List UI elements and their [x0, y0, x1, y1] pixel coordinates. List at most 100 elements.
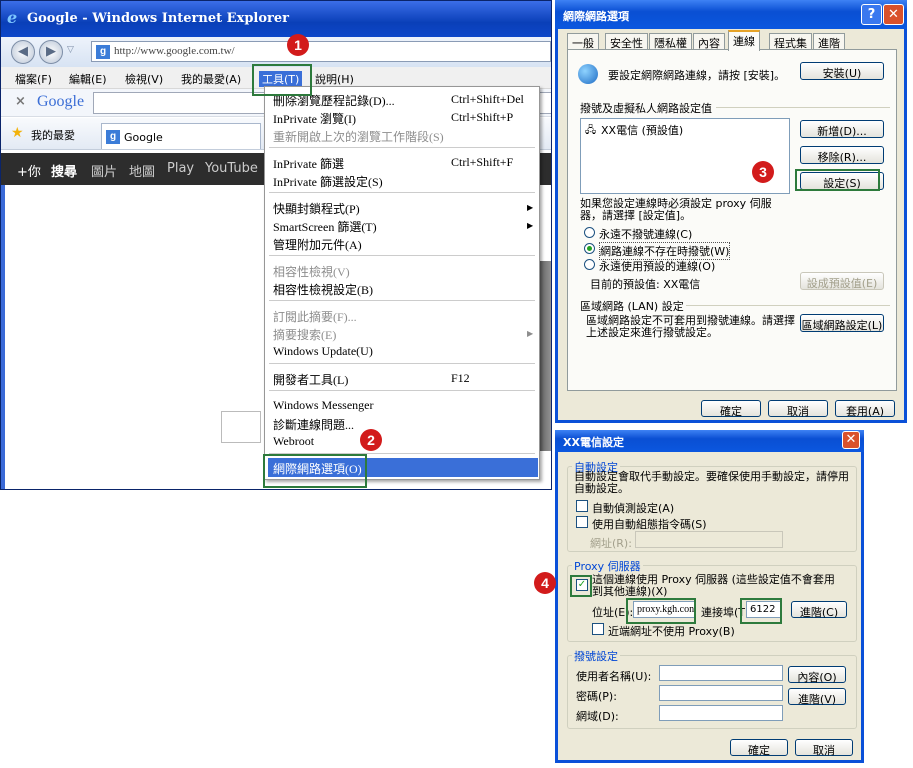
menu-view[interactable]: 檢視(V)	[125, 71, 163, 87]
setup-button[interactable]: 安裝(U)	[800, 62, 884, 80]
remove-connection-button[interactable]: 移除(R)...	[800, 146, 884, 164]
dialup-advanced-button[interactable]: 進階(V)	[788, 688, 846, 706]
internet-options-title: 網際網路選項	[563, 10, 629, 23]
tab-favicon-icon: g	[106, 130, 120, 144]
connection-settings-title: XX電信設定	[563, 436, 624, 449]
bypass-local-checkbox[interactable]	[592, 623, 604, 635]
menu-item-inprivate-filter[interactable]: InPrivate 篩選	[273, 155, 344, 172]
dialup-group-title: 撥號設定	[572, 648, 620, 664]
page-search-box[interactable]	[221, 411, 261, 443]
radio-always-dial-label[interactable]: 永遠使用預設的連線(O)	[599, 258, 715, 274]
ok-button[interactable]: 確定	[701, 400, 761, 418]
tab-advanced[interactable]: 進階	[813, 33, 845, 50]
gbar-search[interactable]: 搜尋	[51, 161, 77, 180]
tab-security[interactable]: 安全性	[605, 33, 648, 50]
forward-arrow-icon[interactable]: ▶	[39, 40, 63, 64]
cancel-button[interactable]: 取消	[768, 400, 828, 418]
menu-item-inprivate-filter-settings[interactable]: InPrivate 篩選設定(S)	[273, 173, 383, 190]
menu-item-developer-tools[interactable]: 開發者工具(L)	[273, 371, 348, 388]
proxy-advanced-button[interactable]: 進階(C)	[791, 601, 847, 619]
radio-never-dial[interactable]	[584, 227, 595, 238]
ok-button[interactable]: 確定	[730, 739, 788, 757]
step-marker-3: 3	[752, 161, 774, 183]
ie-title-text: Google - Windows Internet Explorer	[27, 11, 289, 26]
menu-item-windows-update[interactable]: Windows Update(U)	[273, 344, 373, 359]
shortcut-delete-history: Ctrl+Shift+Del	[451, 92, 524, 106]
menu-item-windows-messenger[interactable]: Windows Messenger	[273, 398, 374, 413]
tab-general[interactable]: 一般	[567, 33, 599, 50]
auto-detect-checkbox[interactable]	[576, 500, 588, 512]
radio-always-dial[interactable]	[584, 259, 595, 270]
apply-button[interactable]: 套用(A)	[835, 400, 895, 418]
lan-heading: 區域網路 (LAN) 設定	[580, 300, 684, 313]
auto-script-checkbox[interactable]	[576, 516, 588, 528]
menu-item-webroot[interactable]: Webroot	[273, 434, 314, 449]
dropdown-arrow-icon[interactable]: ▽	[67, 45, 74, 55]
auto-script-label[interactable]: 使用自動組態指令碼(S)	[592, 516, 707, 532]
menu-item-diagnose[interactable]: 診斷連線問題...	[273, 416, 354, 433]
back-arrow-icon[interactable]: ◀	[11, 40, 35, 64]
auto-url-label: 網址(R):	[590, 537, 632, 550]
lan-text: 區域網路設定不可套用到撥號連線。請選擇上述設定來進行撥號設定。	[586, 314, 795, 339]
radio-dial-when-no-network[interactable]	[584, 243, 595, 254]
address-input[interactable]: g http://www.google.com.tw/	[91, 41, 551, 62]
shortcut-inprivate-browsing: Ctrl+Shift+P	[451, 110, 514, 124]
gbar-play[interactable]: Play	[167, 161, 194, 176]
tab-programs[interactable]: 程式集	[769, 33, 812, 50]
connection-settings-dialog: XX電信設定 ✕ 自動設定 自動設定會取代手動設定。要確保使用手動設定，請停用自…	[555, 430, 864, 763]
gbar-youtube[interactable]: YouTube	[205, 161, 258, 176]
setup-text: 要設定網際網路連線，請按 [安裝]。	[608, 69, 786, 82]
menu-item-smartscreen[interactable]: SmartScreen 篩選(T)	[273, 218, 377, 235]
auto-config-text: 自動設定會取代手動設定。要確保使用手動設定，請停用自動設定。	[574, 470, 849, 495]
menu-help[interactable]: 說明(H)	[315, 71, 354, 87]
favorites-label[interactable]: 我的最愛	[31, 127, 75, 143]
password-label: 密碼(P):	[576, 690, 617, 703]
menu-separator	[269, 147, 535, 148]
menu-item-popup-blocker[interactable]: 快顯封鎖程式(P)	[273, 200, 360, 217]
lan-settings-button[interactable]: 區域網路設定(L)	[800, 314, 884, 332]
username-input[interactable]	[659, 665, 783, 681]
gbar-images[interactable]: 圖片	[91, 161, 117, 180]
menu-separator	[269, 363, 535, 364]
bypass-local-label[interactable]: 近端網址不使用 Proxy(B)	[608, 623, 735, 639]
radio-never-dial-label[interactable]: 永遠不撥號連線(C)	[599, 226, 692, 242]
highlight-internet-options	[263, 454, 367, 488]
google-toolbar-logo: Google	[37, 93, 85, 110]
close-icon[interactable]: ✕	[842, 431, 860, 449]
use-proxy-label[interactable]: 這個連線使用 Proxy 伺服器 (這些設定值不會套用到其他連線)(X)	[592, 574, 838, 598]
cancel-button[interactable]: 取消	[795, 739, 853, 757]
menu-file[interactable]: 檔案(F)	[15, 71, 52, 87]
gbar-plus[interactable]: +你	[17, 161, 41, 180]
domain-input[interactable]	[659, 705, 783, 721]
connection-list[interactable]: 🖧 XX電信 (預設值)	[580, 118, 790, 194]
menu-item-compat-view: 相容性檢視(V)	[273, 265, 350, 279]
tab-connections[interactable]: 連線	[728, 30, 760, 51]
domain-label: 網域(D):	[576, 710, 619, 723]
menu-item-manage-addons[interactable]: 管理附加元件(A)	[273, 236, 362, 253]
connection-item[interactable]: XX電信 (預設值)	[601, 122, 683, 138]
add-connection-button[interactable]: 新增(D)...	[800, 120, 884, 138]
favorites-star-icon[interactable]: ★	[11, 125, 24, 141]
auto-detect-label[interactable]: 自動偵測設定(A)	[592, 500, 674, 516]
password-input[interactable]	[659, 685, 783, 701]
close-icon[interactable]: ✕	[883, 4, 904, 25]
menu-item-compat-settings[interactable]: 相容性檢視設定(B)	[273, 281, 373, 298]
help-icon[interactable]: ?	[861, 4, 882, 25]
properties-button[interactable]: 內容(O)	[788, 666, 846, 684]
submenu-arrow-icon: ▶	[527, 203, 534, 212]
tab-privacy[interactable]: 隱私權	[649, 33, 692, 50]
menu-favorites[interactable]: 我的最愛(A)	[181, 71, 241, 87]
gbar-maps[interactable]: 地圖	[129, 161, 155, 180]
divider	[716, 107, 890, 108]
close-toolbar-icon[interactable]: ×	[15, 94, 26, 109]
connection-settings-title-bar: XX電信設定	[555, 430, 864, 452]
menu-edit[interactable]: 編輯(E)	[69, 71, 107, 87]
menu-item-inprivate-browsing[interactable]: InPrivate 瀏覽(I)	[273, 110, 356, 127]
highlight-proxy-address	[626, 598, 696, 624]
browser-tab[interactable]: g Google	[101, 123, 261, 149]
auto-url-field	[635, 531, 783, 548]
highlight-proxy-checkbox	[570, 575, 592, 597]
internet-options-title-bar: 網際網路選項	[555, 0, 907, 29]
google-favicon-icon: g	[96, 45, 110, 59]
tab-content[interactable]: 內容	[693, 33, 725, 50]
